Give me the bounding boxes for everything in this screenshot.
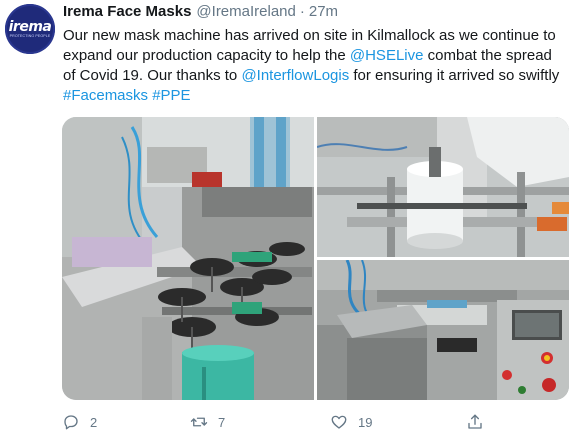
reply-count: 2 [90, 414, 98, 430]
tweet[interactable]: irema PROTECTING PEOPLE Irema Face Masks… [0, 0, 575, 441]
photo-control-panel[interactable] [317, 260, 569, 400]
like-count: 19 [358, 414, 373, 430]
media-grid [62, 117, 569, 400]
tweet-text-segment: for ensuring it arrived so swiftly [349, 67, 560, 84]
photo-control-panel-image [317, 260, 569, 400]
retweet-count: 7 [218, 414, 226, 430]
like-icon [330, 413, 348, 431]
share-icon [466, 413, 484, 431]
photo-fabric-roll[interactable] [317, 117, 569, 257]
retweet-icon [190, 413, 208, 431]
timestamp[interactable]: 27m [309, 3, 338, 20]
like-button[interactable]: 19 [330, 410, 372, 434]
tweet-header: Irema Face Masks @IremaIreland · 27m [63, 3, 338, 23]
share-button[interactable] [466, 410, 484, 434]
mention-link[interactable]: @InterflowLogis [241, 67, 349, 84]
display-name[interactable]: Irema Face Masks [63, 3, 191, 20]
hashtag-link[interactable]: #Facemasks [63, 87, 148, 104]
reply-button[interactable]: 2 [62, 410, 97, 434]
separator-dot: · [299, 3, 305, 20]
avatar[interactable]: irema PROTECTING PEOPLE [5, 4, 55, 54]
avatar-logo-text: irema [8, 18, 52, 35]
retweet-button[interactable]: 7 [190, 410, 225, 434]
photo-fabric-roll-image [317, 117, 569, 257]
tweet-text: Our new mask machine has arrived on site… [63, 26, 563, 106]
tweet-actions: 2 7 19 [62, 410, 522, 434]
reply-icon [62, 413, 80, 431]
mention-link[interactable]: @HSELive [350, 47, 424, 64]
photo-mask-machine-image [62, 117, 314, 400]
hashtag-link[interactable]: #PPE [152, 87, 190, 104]
photo-mask-machine[interactable] [62, 117, 314, 400]
user-handle[interactable]: @IremaIreland [196, 3, 295, 20]
avatar-tagline: PROTECTING PEOPLE [9, 33, 51, 38]
